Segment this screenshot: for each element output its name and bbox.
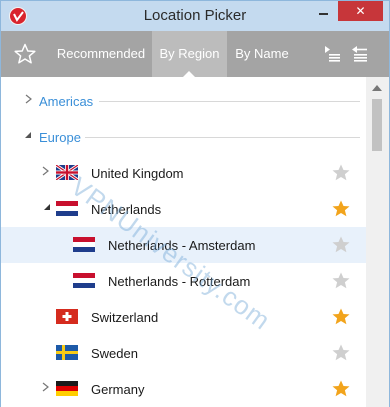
group-row-europe[interactable]: Europe [1, 119, 366, 155]
location-row-united-kingdom[interactable]: United Kingdom [1, 155, 366, 191]
location-row-sweden[interactable]: Sweden [1, 335, 366, 371]
group-divider [99, 101, 360, 102]
location-name: Switzerland [91, 310, 159, 325]
toolbar: Recommended By Region By Name [1, 31, 389, 78]
netherlands-flag-icon [56, 201, 78, 216]
location-picker-window: Location Picker ✕ Recommended By Region … [0, 0, 390, 407]
sweden-flag-icon [56, 345, 78, 360]
location-name: Netherlands - Rotterdam [108, 274, 251, 289]
location-name: Netherlands [91, 202, 162, 217]
location-row-netherlands-amsterdam[interactable]: Netherlands - Amsterdam [1, 227, 366, 263]
scrollbar-thumb[interactable] [372, 99, 382, 151]
minimize-button[interactable] [311, 1, 337, 22]
favorite-star-icon[interactable] [331, 163, 351, 183]
close-button[interactable]: ✕ [338, 1, 383, 21]
title-bar[interactable]: Location Picker ✕ [1, 1, 389, 31]
vertical-scrollbar[interactable] [366, 77, 389, 407]
location-list[interactable]: Americas Europe United Kingdom Netherlan… [1, 77, 366, 407]
location-name: Germany [91, 382, 145, 397]
netherlands-flag-icon [73, 273, 95, 288]
minimize-icon [319, 12, 328, 15]
chevron-right-icon[interactable] [42, 382, 49, 395]
list-collapse-icon [352, 46, 367, 62]
germany-flag-icon [56, 381, 78, 396]
location-row-switzerland[interactable]: Switzerland [1, 299, 366, 335]
favorite-star-icon[interactable] [331, 235, 351, 255]
group-divider [85, 137, 360, 138]
expand-all-button[interactable] [323, 45, 341, 68]
favorites-filter-button[interactable] [13, 42, 37, 66]
location-row-netherlands-rotterdam[interactable]: Netherlands - Rotterdam [1, 263, 366, 299]
tab-recommended[interactable]: Recommended [51, 31, 151, 77]
favorite-star-icon[interactable] [331, 199, 351, 219]
favorite-star-icon[interactable] [331, 307, 351, 327]
star-outline-icon [14, 43, 36, 64]
favorite-star-icon[interactable] [331, 343, 351, 363]
favorite-star-icon[interactable] [331, 271, 351, 291]
netherlands-flag-icon [73, 237, 95, 252]
scroll-up-arrow-icon[interactable] [372, 83, 382, 93]
location-name: Netherlands - Amsterdam [108, 238, 256, 253]
chevron-down-icon[interactable] [43, 203, 51, 214]
chevron-down-icon[interactable] [24, 131, 32, 142]
location-name: Sweden [91, 346, 138, 361]
close-icon: ✕ [355, 4, 366, 18]
list-expand-icon [325, 46, 340, 62]
chevron-right-icon[interactable] [25, 94, 32, 107]
group-row-americas[interactable]: Americas [1, 83, 366, 119]
switzerland-flag-icon [56, 309, 78, 324]
group-label-americas: Americas [39, 94, 94, 109]
location-row-netherlands[interactable]: Netherlands [1, 191, 366, 227]
uk-flag-icon [56, 165, 78, 180]
chevron-right-icon[interactable] [42, 166, 49, 179]
favorite-star-icon[interactable] [331, 379, 351, 399]
tab-by-name[interactable]: By Name [227, 31, 297, 77]
group-label-europe: Europe [39, 130, 81, 145]
location-name: United Kingdom [91, 166, 184, 181]
collapse-all-button[interactable] [350, 45, 368, 68]
location-row-germany[interactable]: Germany [1, 371, 366, 407]
